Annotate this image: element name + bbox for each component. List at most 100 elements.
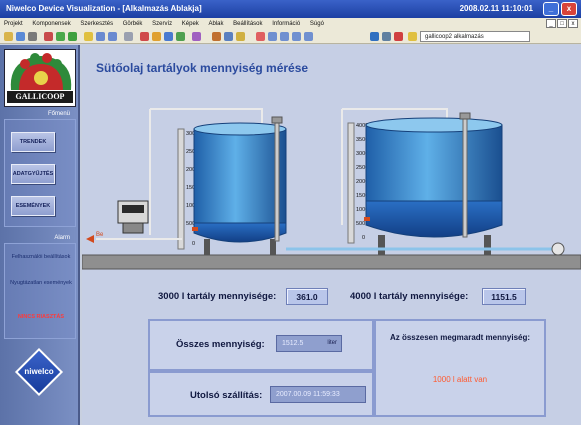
folder-icon[interactable] [84, 32, 93, 41]
tank-1-valve [192, 227, 198, 231]
menu-komponensek[interactable]: Komponensek [28, 18, 74, 27]
toolbar: gallicoop2 alkalmazás [0, 30, 581, 44]
total-quantity-label: Összes mennyiség: [176, 339, 265, 350]
tank-1: 3000 2500 2000 1500 1000 500 0 [177, 116, 287, 255]
level-controller [117, 200, 149, 234]
tools-icon[interactable] [212, 32, 221, 41]
tank-1-scale-6: 0 [192, 241, 195, 247]
trends-button[interactable]: TRENDEK [11, 132, 55, 152]
data-collection-button[interactable]: ADATGYŰJTÉS [11, 164, 55, 184]
tank-1-leg-left [204, 239, 210, 255]
inlet-label: Be [96, 232, 104, 238]
tank-2-leg-left [378, 235, 385, 255]
disk-icon[interactable] [370, 32, 379, 41]
clock: 2008.02.11 11:10:01 [459, 4, 533, 13]
main-menu-title: Főmenü [47, 111, 70, 117]
tank-2-probe-head [459, 112, 471, 120]
split-icon[interactable] [304, 32, 313, 41]
pipe-top-1 [150, 108, 263, 123]
cascade-icon[interactable] [292, 32, 301, 41]
tank-1-level-probe [274, 120, 280, 242]
niwelco-logo: niwelco [14, 347, 64, 397]
menu-gorbek[interactable]: Görbék [119, 18, 147, 27]
total-quantity-field: 1512.5 liter [276, 335, 342, 352]
tank-2-quantity-label: 4000 l tartály mennyisége: [350, 291, 469, 302]
menu-szerviz[interactable]: Szervíz [148, 18, 176, 27]
zoom-icon[interactable] [192, 32, 201, 41]
alarm-panel-title: Alarm [54, 235, 70, 241]
minimize-button[interactable]: _ [543, 2, 559, 16]
rooster-crest-icon [10, 53, 72, 90]
stop-icon[interactable] [394, 32, 403, 41]
page-selector[interactable]: gallicoop2 alkalmazás [420, 31, 530, 42]
last-delivery-value: 2007.00.09 11:59:33 [270, 386, 366, 403]
controller-mount [122, 222, 144, 234]
menu-beallitasok[interactable]: Beállítások [229, 18, 266, 27]
menu-bar: Projekt Komponensek Szerkesztés Görbék S… [0, 18, 581, 30]
back-icon[interactable] [96, 32, 105, 41]
refresh-icon[interactable] [176, 32, 185, 41]
cut-icon[interactable] [44, 32, 53, 41]
gallicoop-logo: GALLICOOP [4, 49, 76, 107]
play-icon[interactable] [68, 32, 77, 41]
tank-scene: 3000 2500 2000 1500 1000 500 0 4000 3500… [82, 108, 581, 270]
menu-kepek[interactable]: Képek [178, 18, 203, 27]
open-icon[interactable] [4, 32, 13, 41]
total-quantity-panel: Összes mennyiség: 1512.5 liter [148, 319, 374, 371]
alarm-panel: Felhasználói beállítások Nyugtázatlan es… [4, 243, 76, 339]
mdi-minimize-button[interactable]: _ [546, 19, 556, 28]
table-icon[interactable] [164, 32, 173, 41]
alarm-status: NINCS RIASZTÁS [17, 314, 65, 320]
inlet-arrow-icon [86, 235, 94, 243]
main-view: Sütőolaj tartályok mennyiség mérése 3000… [82, 45, 581, 425]
tank-1-probe-head [271, 116, 283, 124]
monitor-icon[interactable] [382, 32, 391, 41]
controller-display [122, 205, 144, 213]
tank-1-body [193, 128, 287, 234]
tank-1-scale-bar [177, 128, 185, 250]
window-icon[interactable] [268, 32, 277, 41]
mdi-restore-button[interactable]: □ [557, 19, 567, 28]
events-button[interactable]: ESEMÉNYEK [11, 196, 55, 216]
copy-icon[interactable] [56, 32, 65, 41]
menu-informacio[interactable]: Információ [268, 18, 304, 27]
undo-icon[interactable] [124, 32, 133, 41]
user-settings-link[interactable]: Felhasználói beállítások [9, 254, 73, 261]
unacknowledged-events-link[interactable]: Nyugtázatlan események [9, 280, 73, 287]
total-quantity-unit: liter [327, 340, 337, 346]
layout-icon[interactable] [256, 32, 265, 41]
delete-icon[interactable] [140, 32, 149, 41]
remaining-quantity-panel: Az összesen megmaradt mennyiség: 1000 l … [374, 319, 546, 417]
last-delivery-label: Utolsó szállítás: [190, 390, 263, 401]
tank-2-scale-8: 0 [362, 235, 365, 241]
tank-1-top [193, 122, 287, 136]
niwelco-logo-text: niwelco [24, 367, 54, 376]
tank-2-level-probe [462, 116, 468, 238]
menu-sugo[interactable]: Súgó [306, 18, 328, 27]
tank-2-scale-7: 500 [356, 221, 365, 227]
tank-2-leg-right [484, 235, 491, 255]
total-quantity-value: 1512.5 [282, 340, 304, 347]
remaining-quantity-title: Az összesen megmaradt mennyiség: [389, 333, 531, 342]
mdi-close-button[interactable]: x [568, 19, 578, 28]
tank-2: 4000 3500 3000 2500 2000 1500 1000 500 0 [347, 112, 503, 255]
sidebar: GALLICOOP Főmenü TRENDEK ADATGYŰJTÉS ESE… [0, 45, 80, 425]
menu-szerkesztes[interactable]: Szerkesztés [76, 18, 117, 27]
tank-1-quantity-label: 3000 l tartály mennyisége: [158, 291, 277, 302]
save-icon[interactable] [16, 32, 25, 41]
grid-icon[interactable] [224, 32, 233, 41]
close-button[interactable]: x [561, 2, 577, 16]
last-delivery-panel: Utolsó szállítás: 2007.00.09 11:59:33 [148, 371, 374, 417]
tile-icon[interactable] [280, 32, 289, 41]
tank-2-scale-bar [347, 122, 355, 244]
menu-ablak[interactable]: Ablak [204, 18, 227, 27]
chart-icon[interactable] [152, 32, 161, 41]
image-icon[interactable] [236, 32, 245, 41]
forward-icon[interactable] [108, 32, 117, 41]
menu-projekt[interactable]: Projekt [0, 18, 27, 27]
tank-2-top [365, 117, 503, 133]
remaining-quantity-alert: 1000 l alatt van [432, 375, 488, 384]
page-icon [408, 32, 417, 41]
floor-slab [82, 254, 581, 270]
print-icon[interactable] [28, 32, 37, 41]
